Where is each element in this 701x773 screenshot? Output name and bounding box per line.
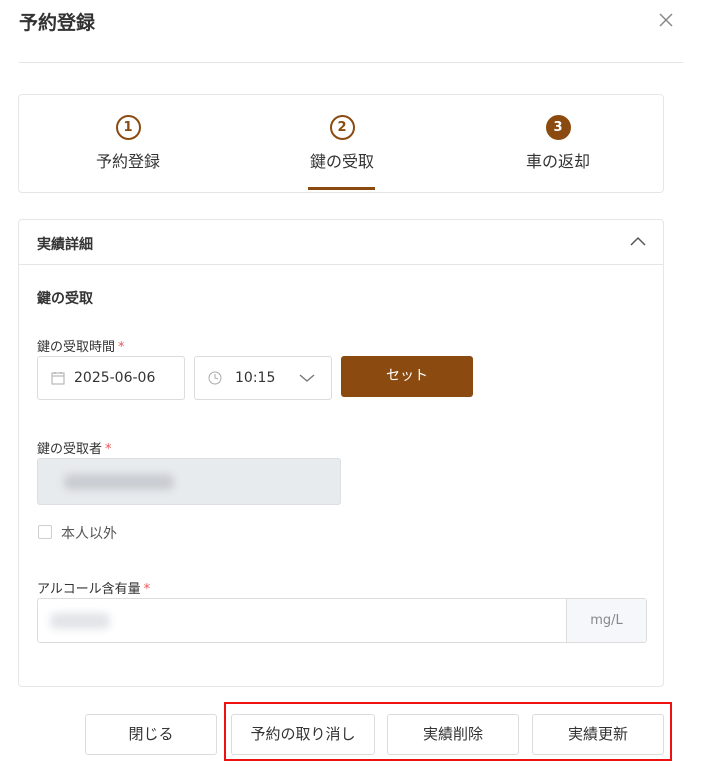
pickup-date-input[interactable]: 2025-06-06 (37, 356, 185, 400)
pickup-time-select[interactable]: 10:15 (194, 356, 332, 400)
step-number: 2 (329, 115, 355, 140)
receiver-label: 鍵の受取者 * (37, 442, 112, 457)
alcohol-label: アルコール含有量 * (37, 582, 151, 597)
not-self-label: 本人以外 (61, 526, 117, 542)
panel-title: 実績詳細 (37, 237, 93, 253)
stepper: 1 予約登録 2 鍵の受取 3 車の返却 (18, 94, 664, 193)
redacted-value (50, 613, 110, 629)
required-mark: * (143, 582, 151, 597)
calendar-icon (51, 372, 65, 385)
panel-header[interactable]: 実績詳細 (19, 220, 663, 265)
pickup-time-value: 10:15 (235, 370, 276, 386)
step-label: 車の返却 (525, 152, 590, 171)
required-mark: * (118, 340, 125, 355)
step-car-return[interactable]: 3 車の返却 (488, 95, 628, 192)
chevron-down-icon (299, 374, 315, 382)
section-title: 鍵の受取 (37, 291, 93, 307)
pickup-time-label: 鍵の受取時間 * (37, 340, 125, 355)
dialog-title: 予約登録 (19, 12, 96, 34)
highlight-box (224, 702, 672, 761)
step-label: 予約登録 (95, 152, 160, 171)
receiver-field (37, 458, 341, 505)
step-number: 3 (545, 115, 571, 140)
required-mark: * (105, 442, 112, 457)
active-step-underline (308, 187, 375, 190)
clock-icon (208, 371, 222, 385)
pickup-date-value: 2025-06-06 (74, 370, 156, 386)
close-icon[interactable] (656, 10, 676, 30)
alcohol-input[interactable]: mg/L (37, 598, 647, 643)
step-key-pickup[interactable]: 2 鍵の受取 (272, 95, 412, 192)
close-button[interactable]: 閉じる (85, 714, 217, 755)
divider (19, 62, 683, 63)
chevron-up-icon[interactable] (629, 234, 647, 248)
step-reservation[interactable]: 1 予約登録 (58, 95, 198, 192)
unit-label: mg/L (566, 599, 646, 642)
not-self-checkbox[interactable] (38, 525, 52, 539)
redacted-value (64, 474, 174, 490)
set-button[interactable]: セット (341, 356, 473, 397)
step-label: 鍵の受取 (309, 152, 374, 171)
results-detail-panel: 実績詳細 鍵の受取 鍵の受取時間 * 2025-06-06 10:15 セット 鍵… (18, 219, 664, 687)
step-number: 1 (115, 115, 141, 140)
